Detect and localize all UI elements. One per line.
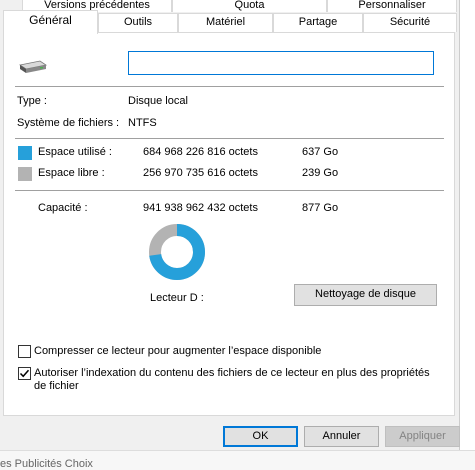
- tab-securite[interactable]: Sécurité: [363, 13, 457, 32]
- apply-button[interactable]: Appliquer: [385, 426, 460, 447]
- cancel-button[interactable]: Annuler: [304, 426, 379, 447]
- tab-general[interactable]: Général: [3, 10, 98, 34]
- drive-label: Lecteur D :: [150, 292, 204, 304]
- tab-partage[interactable]: Partage: [273, 13, 363, 32]
- used-space-swatch: [18, 146, 32, 160]
- free-space-swatch: [18, 167, 32, 181]
- used-space-bytes: 684 968 226 816 octets: [143, 146, 258, 158]
- separator: [15, 138, 444, 139]
- tab-label: Personnaliser: [358, 0, 426, 11]
- drive-icon: [18, 59, 48, 78]
- filesystem-value: NTFS: [128, 117, 157, 129]
- capacity-label: Capacité :: [38, 202, 88, 214]
- checkmark-icon: [19, 369, 30, 378]
- used-space-size: 637 Go: [302, 146, 339, 158]
- ok-button[interactable]: OK: [223, 426, 298, 447]
- tab-label: Général: [29, 13, 72, 27]
- tab-materiel[interactable]: Matériel: [178, 13, 273, 32]
- general-panel: Type : Disque local Système de fichiers …: [3, 32, 455, 416]
- capacity-bytes: 941 938 962 432 octets: [143, 202, 258, 214]
- free-space-size: 239 Go: [302, 167, 339, 179]
- type-label: Type :: [17, 95, 47, 107]
- separator: [15, 86, 444, 87]
- tab-outils[interactable]: Outils: [98, 13, 178, 32]
- tab-label: Sécurité: [389, 16, 431, 28]
- used-space-label: Espace utilisé :: [38, 146, 112, 158]
- disk-cleanup-button[interactable]: Nettoyage de disque: [294, 284, 437, 306]
- background-window-right: [459, 0, 475, 470]
- compress-checkbox[interactable]: [18, 345, 31, 358]
- capacity-size: 877 Go: [302, 202, 339, 214]
- background-text: es Publicités Choix: [0, 458, 93, 470]
- tab-label: Outils: [123, 16, 153, 28]
- separator: [15, 190, 444, 191]
- index-label[interactable]: Autoriser l’indexation du contenu des fi…: [34, 367, 439, 393]
- filesystem-label: Système de fichiers :: [17, 117, 120, 129]
- volume-name-input[interactable]: [128, 51, 434, 75]
- index-checkbox[interactable]: [18, 367, 31, 380]
- compress-label[interactable]: Compresser ce lecteur pour augmenter l’e…: [34, 345, 321, 357]
- tab-label: Matériel: [205, 16, 246, 28]
- free-space-label: Espace libre :: [38, 167, 105, 179]
- usage-donut-chart: [147, 222, 207, 285]
- tab-label: Quota: [234, 0, 265, 11]
- free-space-bytes: 256 970 735 616 octets: [143, 167, 258, 179]
- type-value: Disque local: [128, 95, 188, 107]
- tab-quota[interactable]: Quota: [172, 0, 327, 12]
- tab-label: Partage: [298, 16, 338, 28]
- tab-personnaliser[interactable]: Personnaliser: [327, 0, 457, 12]
